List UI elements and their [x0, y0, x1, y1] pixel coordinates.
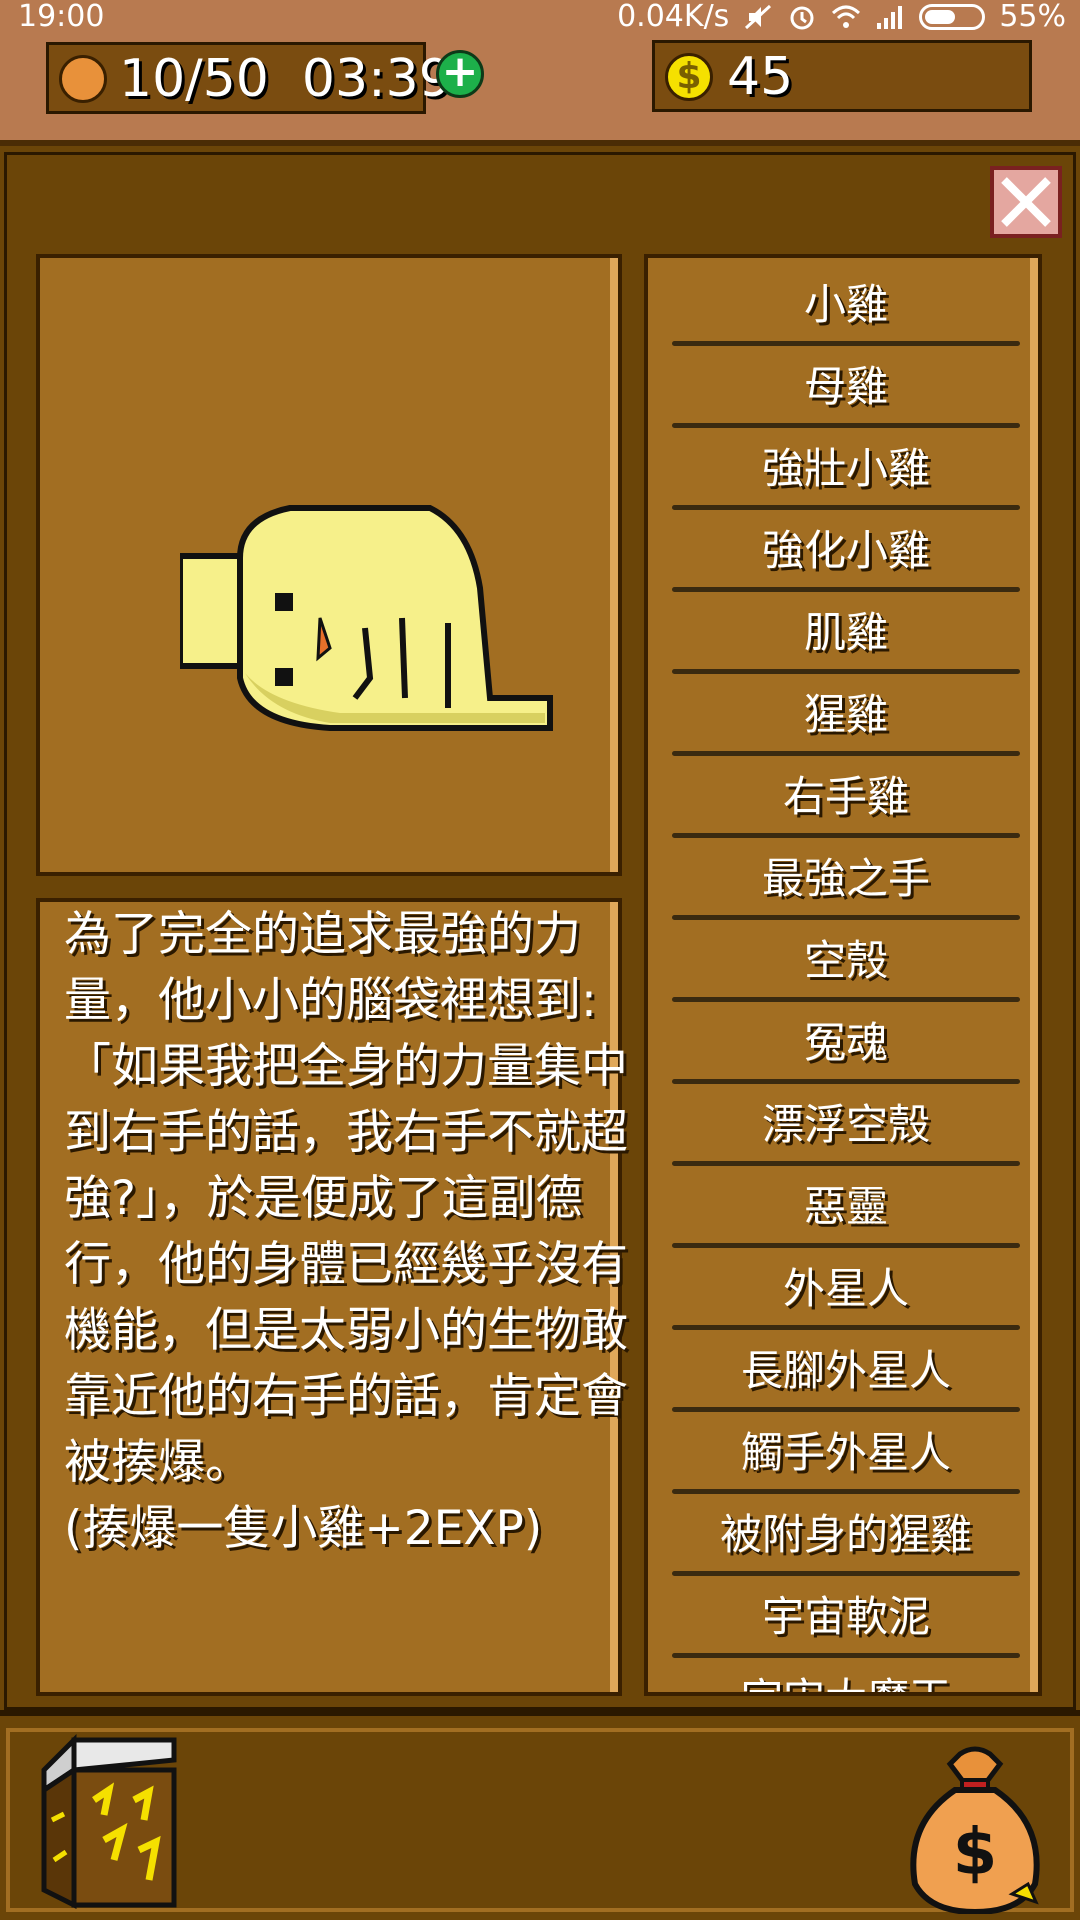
- list-item-label: 強壯小雞: [761, 444, 930, 493]
- battery-percent: 55%: [999, 0, 1066, 34]
- mute-icon: [745, 4, 772, 30]
- divider: [672, 997, 1020, 1002]
- list-item-label: 惡靈: [803, 1182, 888, 1231]
- list-item[interactable]: 強壯小雞: [672, 432, 1020, 514]
- list-item[interactable]: 小雞: [672, 268, 1020, 350]
- divider: [672, 1571, 1020, 1576]
- gold-counter: $ 45: [652, 40, 1032, 112]
- energy-text: 10/50 03:39: [119, 47, 452, 111]
- list-item[interactable]: 強化小雞: [672, 514, 1020, 596]
- list-item-label: 觸手外星人: [740, 1428, 951, 1477]
- divider: [672, 1407, 1020, 1412]
- divider: [672, 1079, 1020, 1084]
- divider: [672, 341, 1020, 346]
- list-item[interactable]: 觸手外星人: [672, 1416, 1020, 1498]
- list-item-label: 被附身的猩雞: [719, 1510, 972, 1559]
- panel-edge: [610, 258, 618, 872]
- list-item-label: 猩雞: [803, 690, 888, 739]
- cookie-icon: [59, 55, 107, 103]
- divider: [672, 587, 1020, 592]
- divider: [672, 1161, 1020, 1166]
- list-item-label: 右手雞: [782, 772, 909, 821]
- creature-list[interactable]: 小雞 母雞 強壯小雞 強化小雞 肌雞 猩雞 右手雞 最強之手 空殼 冤魂 漂浮空…: [644, 254, 1042, 1696]
- energy-value: 10/50: [119, 49, 269, 109]
- list-item-label: 空殼: [803, 936, 888, 985]
- battery-fill: [925, 10, 956, 24]
- status-right: 0.04K/s 55%: [617, 0, 1066, 34]
- list-item[interactable]: 外星人: [672, 1252, 1020, 1334]
- list-item[interactable]: 母雞: [672, 350, 1020, 432]
- wifi-icon: [832, 5, 861, 28]
- divider: [672, 1489, 1020, 1494]
- creature-image-panel: [36, 254, 622, 876]
- list-item-label: 長腳外星人: [740, 1346, 951, 1395]
- divider: [672, 1653, 1020, 1658]
- divider: [672, 833, 1020, 838]
- list-item[interactable]: 惡靈: [672, 1170, 1020, 1252]
- divider: [672, 423, 1020, 428]
- divider: [672, 1243, 1020, 1248]
- list-item[interactable]: 右手雞: [672, 760, 1020, 842]
- list-item[interactable]: 宇宙大魔王: [672, 1662, 1020, 1692]
- list-item[interactable]: 猩雞: [672, 678, 1020, 760]
- list-item-label: 宇宙大魔王: [672, 1674, 1020, 1692]
- resource-bar: 10/50 03:39 + $ 45: [0, 34, 1080, 146]
- list-item[interactable]: 肌雞: [672, 596, 1020, 678]
- energy-counter: 10/50 03:39: [46, 42, 452, 114]
- list-item-label: 母雞: [803, 362, 888, 411]
- list-item-label: 肌雞: [803, 608, 888, 657]
- close-button[interactable]: [990, 166, 1062, 238]
- list-item-label: 最強之手: [761, 854, 930, 903]
- list-item-label: 小雞: [803, 280, 888, 329]
- creature-description-panel: 為了完全的追求最強的力量，他小小的腦袋裡想到:「如果我把全身的力量集中到右手的話…: [36, 898, 628, 1696]
- divider: [672, 669, 1020, 674]
- status-bar: 19:00 0.04K/s 55%: [0, 0, 1080, 34]
- energy-timer: 03:39: [301, 49, 452, 109]
- list-item[interactable]: 被附身的猩雞: [672, 1498, 1020, 1580]
- list-item-label: 宇宙軟泥: [761, 1592, 930, 1641]
- creature-description: 為了完全的追求最強的力量，他小小的腦袋裡想到:「如果我把全身的力量集中到右手的話…: [64, 907, 628, 1556]
- alarm-icon: [790, 6, 814, 30]
- list-item[interactable]: 最強之手: [672, 842, 1020, 924]
- right-hand-chicken-sprite: [180, 505, 553, 731]
- gold-coin-icon: $: [665, 53, 713, 101]
- divider: [672, 1325, 1020, 1330]
- list-item[interactable]: 宇宙軟泥: [672, 1580, 1020, 1662]
- encyclopedia-book-icon[interactable]: [34, 1730, 184, 1910]
- list-item[interactable]: 長腳外星人: [672, 1334, 1020, 1416]
- list-item[interactable]: 空殼: [672, 924, 1020, 1006]
- money-bag-icon[interactable]: $: [900, 1744, 1050, 1914]
- signal-icon: [877, 6, 903, 29]
- svg-text:$: $: [953, 1816, 998, 1890]
- add-energy-button[interactable]: +: [436, 50, 484, 98]
- status-time: 19:00: [18, 0, 105, 34]
- list-item-label: 漂浮空殼: [761, 1100, 930, 1149]
- close-icon: [1001, 177, 1051, 227]
- list-item-label: 外星人: [782, 1264, 909, 1313]
- divider: [672, 751, 1020, 756]
- list-item-label: 冤魂: [803, 1018, 888, 1067]
- gold-value: 45: [727, 47, 794, 107]
- network-speed: 0.04K/s: [617, 0, 730, 34]
- panel-edge: [1030, 258, 1038, 1692]
- divider: [672, 505, 1020, 510]
- list-item-label: 強化小雞: [761, 526, 930, 575]
- list-item[interactable]: 冤魂: [672, 1006, 1020, 1088]
- list-item[interactable]: 漂浮空殼: [672, 1088, 1020, 1170]
- battery-icon: [919, 4, 986, 30]
- divider: [672, 915, 1020, 920]
